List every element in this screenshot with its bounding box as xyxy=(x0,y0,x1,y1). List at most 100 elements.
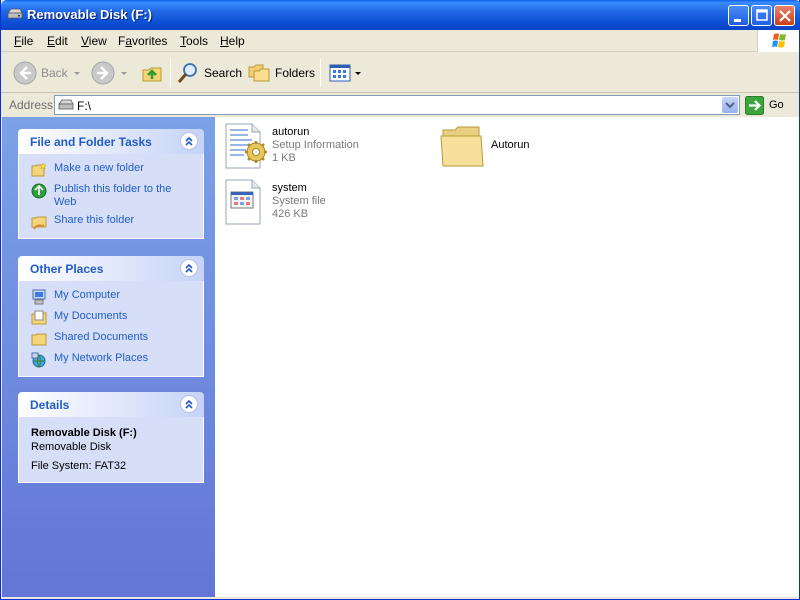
network-places-icon xyxy=(31,352,46,368)
file-size: 426 KB xyxy=(272,208,309,220)
panel-title: File and Folder Tasks xyxy=(30,135,152,149)
panel-title: Details xyxy=(30,398,70,412)
window-title: Removable Disk (F:) xyxy=(27,7,152,22)
menu-edit[interactable]: Edit xyxy=(47,34,68,48)
windows-flag-icon xyxy=(772,33,786,48)
folder-name: Autorun xyxy=(491,139,530,151)
place-label: My Computer xyxy=(54,289,121,301)
search-button[interactable]: Search xyxy=(176,59,242,87)
share-folder-icon xyxy=(31,216,47,230)
task-label: Share this folder xyxy=(54,214,135,226)
collapse-button[interactable] xyxy=(180,395,198,413)
file-info: Autorun xyxy=(491,122,530,170)
file-info: system System file 426 KB xyxy=(272,178,326,226)
forward-dropdown-icon[interactable] xyxy=(121,71,127,75)
task-label: Publish this folder to the Web xyxy=(54,183,172,208)
forward-arrow-icon xyxy=(91,61,115,85)
address-value: F:\ xyxy=(77,99,91,113)
close-icon xyxy=(779,10,791,22)
menu-favorites[interactable]: Favorites xyxy=(118,34,167,48)
place-my-network-places[interactable]: My Network Places xyxy=(31,352,193,368)
address-label: Address xyxy=(9,98,54,112)
file-type: System file xyxy=(272,195,326,207)
views-button[interactable] xyxy=(328,59,361,87)
removable-disk-icon xyxy=(58,99,74,110)
folders-icon xyxy=(248,64,270,82)
close-button[interactable] xyxy=(774,5,795,26)
details-name: Removable Disk (F:) xyxy=(31,427,137,439)
minimize-icon xyxy=(734,19,741,22)
toolbar-separator xyxy=(320,59,321,87)
panel-header[interactable]: Details xyxy=(18,392,204,417)
menu-view[interactable]: View xyxy=(81,34,107,48)
windows-logo xyxy=(757,30,799,52)
my-documents-icon xyxy=(31,310,47,325)
back-label: Back xyxy=(41,66,68,80)
back-dropdown-icon[interactable] xyxy=(73,71,80,75)
go-label: Go xyxy=(769,99,784,111)
details-panel: Details Removable Disk (F:) Removable Di… xyxy=(18,392,204,483)
maximize-button[interactable] xyxy=(751,5,772,26)
task-make-new-folder[interactable]: Make a new folder xyxy=(31,162,193,178)
file-info: autorun Setup Information 1 KB xyxy=(272,122,359,170)
task-label: Make a new folder xyxy=(54,162,144,174)
place-label: My Documents xyxy=(54,310,128,322)
go-arrow-icon xyxy=(745,95,764,115)
panel-header[interactable]: File and Folder Tasks xyxy=(18,129,204,154)
explorer-window: Removable Disk (F:) File Edit View Favor… xyxy=(0,0,800,600)
file-name: autorun xyxy=(272,126,310,138)
back-button[interactable]: Back xyxy=(13,59,80,87)
task-share-folder[interactable]: Share this folder xyxy=(31,214,193,230)
file-size: 1 KB xyxy=(272,152,296,164)
menu-tools[interactable]: Tools xyxy=(180,34,208,48)
address-input[interactable]: F:\ xyxy=(54,95,740,115)
task-publish-web[interactable]: Publish this folder to the Web xyxy=(31,183,193,209)
panel-body: My Computer My Documents Shared Document… xyxy=(18,281,204,377)
panel-header[interactable]: Other Places xyxy=(18,256,204,281)
menu-file[interactable]: File xyxy=(14,34,33,48)
folders-button[interactable]: Folders xyxy=(247,59,315,87)
place-shared-documents[interactable]: Shared Documents xyxy=(31,331,193,347)
collapse-button[interactable] xyxy=(180,259,198,277)
forward-button[interactable] xyxy=(91,59,127,87)
my-computer-icon xyxy=(32,289,46,305)
minimize-button[interactable] xyxy=(728,5,749,26)
views-dropdown-icon[interactable] xyxy=(355,71,361,75)
folder-icon xyxy=(440,126,484,167)
go-button[interactable]: Go xyxy=(745,95,784,115)
place-label: Shared Documents xyxy=(54,331,149,343)
toolbar: Back Search Folders xyxy=(1,53,799,93)
maximize-icon xyxy=(756,9,768,21)
address-dropdown-button[interactable] xyxy=(722,97,738,113)
search-label: Search xyxy=(204,66,243,80)
address-bar: Address F:\ Go xyxy=(1,94,799,116)
file-item-system[interactable]: system System file 426 KB xyxy=(222,178,326,226)
setup-information-file-icon xyxy=(225,123,267,169)
folder-up-icon xyxy=(142,67,162,82)
folder-item-autorun[interactable]: Autorun xyxy=(439,122,530,170)
menu-help[interactable]: Help xyxy=(220,34,245,48)
back-arrow-icon xyxy=(13,61,37,85)
chevron-down-icon xyxy=(725,102,735,109)
title-bar[interactable]: Removable Disk (F:) xyxy=(1,0,800,30)
task-pane: File and Folder Tasks Make a new folder xyxy=(2,117,215,597)
double-chevron-up-icon xyxy=(185,136,193,146)
collapse-button[interactable] xyxy=(180,132,198,150)
new-folder-icon xyxy=(31,162,47,177)
place-my-computer[interactable]: My Computer xyxy=(31,289,193,305)
other-places-panel: Other Places My Computer My Documents Sh… xyxy=(18,256,204,377)
up-button[interactable] xyxy=(140,59,164,87)
search-icon xyxy=(177,63,197,83)
publish-web-icon xyxy=(31,183,47,199)
details-type: Removable Disk xyxy=(31,441,112,453)
place-my-documents[interactable]: My Documents xyxy=(31,310,193,326)
panel-body: Make a new folder Publish this folder to… xyxy=(18,154,204,239)
file-folder-tasks-panel: File and Folder Tasks Make a new folder xyxy=(18,129,204,239)
double-chevron-up-icon xyxy=(185,399,193,409)
views-icon xyxy=(329,64,351,82)
toolbar-separator xyxy=(170,59,171,87)
details-file-system: File System: FAT32 xyxy=(31,460,127,472)
file-list-view[interactable]: autorun Setup Information 1 KB Autorun s… xyxy=(215,117,799,597)
file-name: system xyxy=(272,182,307,194)
file-item-autorun-inf[interactable]: autorun Setup Information 1 KB xyxy=(222,122,359,170)
